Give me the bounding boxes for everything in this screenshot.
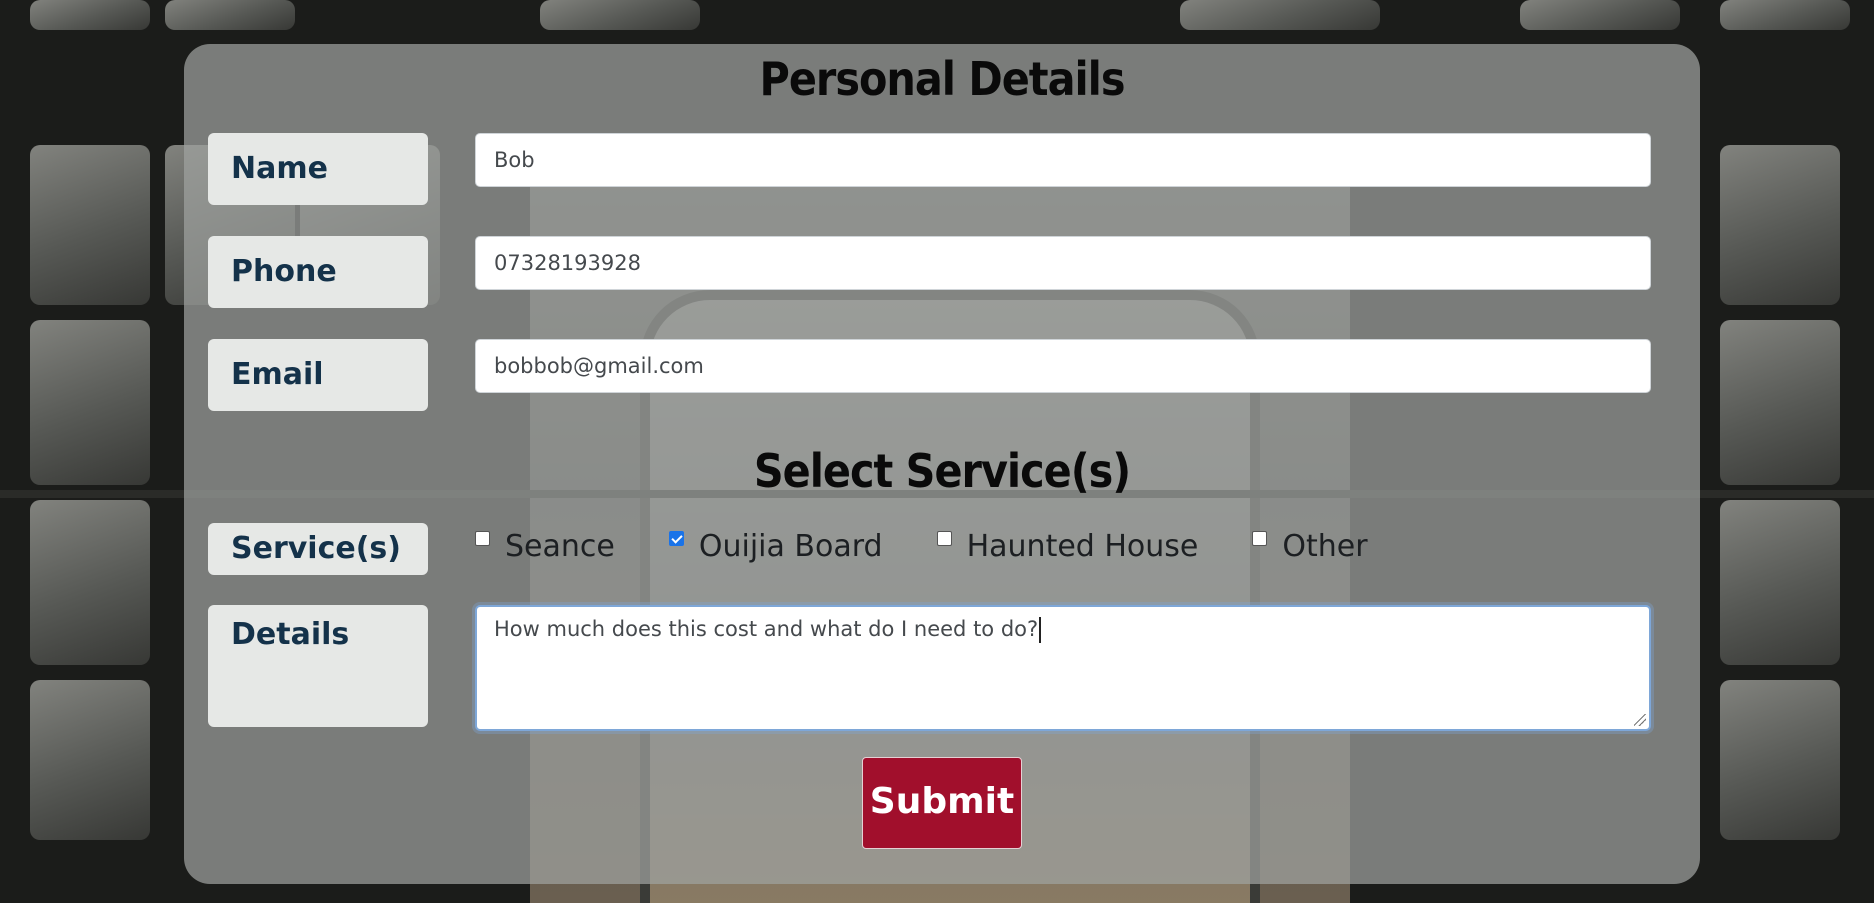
service-option-other[interactable]: Other [1252, 528, 1368, 564]
haunted-house-label: Haunted House [966, 528, 1199, 564]
personal-details-heading: Personal Details [759, 52, 1126, 106]
phone-field[interactable]: 07328193928 [475, 236, 1651, 290]
phone-label: Phone [208, 236, 428, 308]
services-checkbox-group: Seance Ouijia Board Haunted House Other [475, 521, 1422, 571]
resize-grip-icon[interactable] [1634, 714, 1646, 726]
text-caret [1039, 617, 1042, 643]
details-text: How much does this cost and what do I ne… [494, 617, 1039, 641]
email-field[interactable]: bobbob@gmail.com [475, 339, 1651, 393]
services-label: Service(s) [208, 523, 428, 575]
service-option-haunted-house[interactable]: Haunted House [936, 528, 1199, 564]
personal-details-form: Personal Details Name Bob Phone 07328193… [184, 44, 1700, 884]
other-checkbox[interactable] [1252, 530, 1268, 546]
name-label: Name [208, 133, 428, 205]
service-option-seance[interactable]: Seance [475, 529, 615, 564]
haunted-house-checkbox[interactable] [936, 530, 952, 546]
details-textarea[interactable]: How much does this cost and what do I ne… [475, 605, 1651, 731]
service-option-ouijia-board[interactable]: Ouijia Board [668, 528, 883, 564]
details-label: Details [208, 605, 428, 727]
submit-button[interactable]: Submit [862, 757, 1022, 849]
seance-checkbox[interactable] [475, 530, 490, 546]
name-field[interactable]: Bob [475, 133, 1651, 187]
ouijia-board-label: Ouijia Board [698, 528, 883, 564]
email-label: Email [208, 339, 428, 411]
ouijia-board-checkbox[interactable] [668, 530, 684, 546]
seance-label: Seance [505, 528, 615, 564]
other-label: Other [1282, 528, 1368, 564]
select-services-heading: Select Service(s) [753, 444, 1131, 498]
